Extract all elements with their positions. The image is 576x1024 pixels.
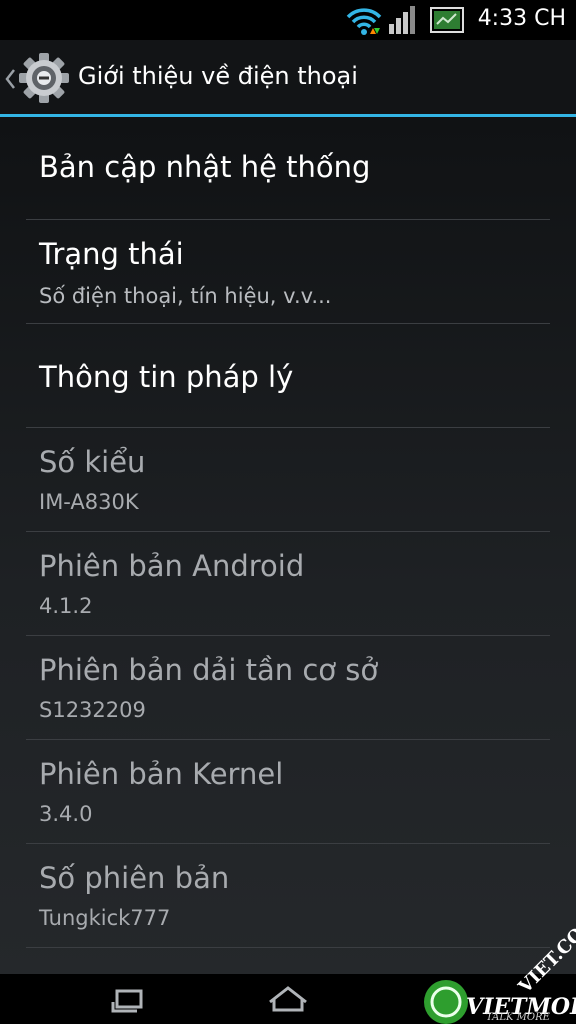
watermark-tagline: TALK MORE [486, 1012, 551, 1023]
list-item-subtitle: Số điện thoại, tín hiệu, v.v... [39, 284, 332, 308]
list-item-subtitle: 4.1.2 [39, 594, 93, 618]
list-item-title: Phiên bản dải tần cơ sở [39, 653, 379, 687]
settings-list: Bản cập nhật hệ thống Trạng thái Số điện… [0, 117, 576, 974]
watermark-logo: VIETMOBILE VIET.COM TALK MORE [424, 910, 576, 1024]
chevron-left-icon[interactable] [4, 68, 16, 90]
list-item-title: Thông tin pháp lý [39, 360, 294, 394]
status-time: 4:33 CH [477, 6, 566, 31]
list-item-legal-info[interactable]: Thông tin pháp lý [0, 324, 576, 428]
list-item-system-update[interactable]: Bản cập nhật hệ thống [0, 117, 576, 220]
action-bar: Giới thiệu về điện thoại [0, 40, 576, 114]
list-item-baseband-version: Phiên bản dải tần cơ sở S1232209 [0, 636, 576, 740]
battery-icon [430, 7, 464, 33]
list-item-title: Trạng thái [39, 237, 184, 271]
list-item-subtitle: Tungkick777 [39, 906, 171, 930]
wifi-icon [346, 8, 382, 35]
list-item-subtitle: IM-A830K [39, 490, 139, 514]
list-item-model-number: Số kiểu IM-A830K [0, 428, 576, 532]
list-item-android-version[interactable]: Phiên bản Android 4.1.2 [0, 532, 576, 636]
list-item-kernel-version: Phiên bản Kernel 3.4.0 [0, 740, 576, 844]
watermark-text-2: VIET.COM [514, 910, 576, 999]
list-item-title: Bản cập nhật hệ thống [39, 150, 371, 184]
list-item-title: Số kiểu [39, 445, 146, 479]
list-item-title: Phiên bản Kernel [39, 757, 284, 791]
list-item-title: Phiên bản Android [39, 549, 305, 583]
recent-apps-icon[interactable] [108, 982, 148, 1016]
status-bar: 4:33 CH [0, 0, 576, 40]
home-icon[interactable] [266, 982, 310, 1016]
list-item-subtitle: S1232209 [39, 698, 146, 722]
list-item-subtitle: 3.4.0 [39, 802, 93, 826]
list-item-title: Số phiên bản [39, 861, 230, 895]
settings-gear-icon[interactable] [18, 52, 70, 104]
signal-icon [389, 6, 415, 34]
list-item-status[interactable]: Trạng thái Số điện thoại, tín hiệu, v.v.… [0, 220, 576, 324]
page-title: Giới thiệu về điện thoại [78, 62, 358, 90]
